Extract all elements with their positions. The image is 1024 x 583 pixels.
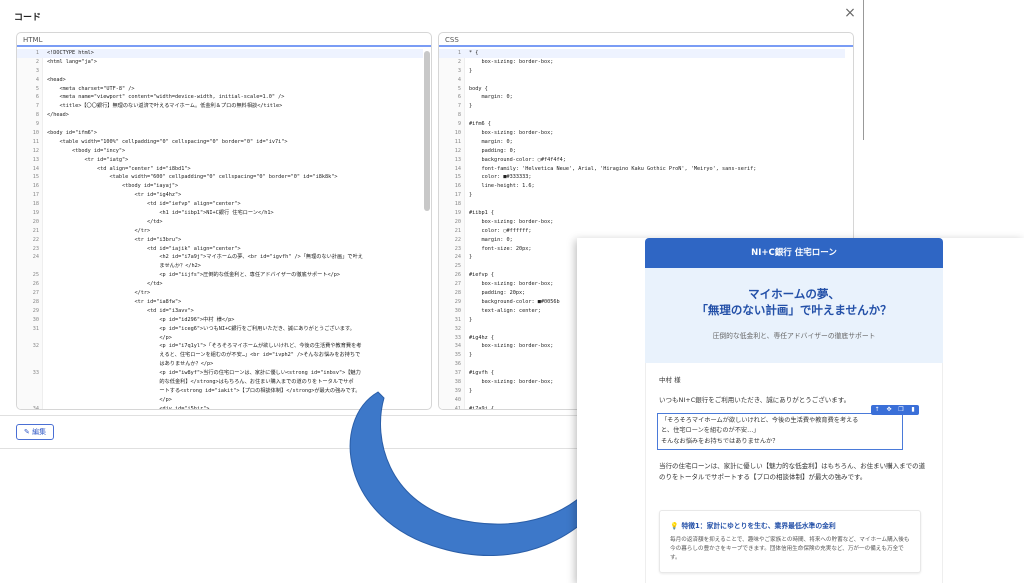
quote-line: そんなお悩みをお持ちではありませんか？ [661,438,779,445]
delete-icon[interactable]: ▮ [908,405,918,415]
hero-subtitle: 圧倒的な低金利と、専任アドバイザーの徹底サポート [712,332,876,340]
feature-card: 💡 特徴1：家計にゆとりを生む、業界最低水準の金利 毎月の返済額を抑えることで、趣… [659,510,921,573]
quote-line: 「そろそろマイホームが欲しいけれど、今後の生活費や教育費を考える [661,417,859,424]
hero-line-2: 「無理のない計画」で叶えませんか？ [696,303,892,317]
lightbulb-icon: 💡 [670,522,679,530]
hero-heading: マイホームの夢、 「無理のない計画」で叶えませんか？ [645,286,943,318]
screenshot-stage: コード × HTML 1 <!DOCTYPE html> 2 <html lang="… [0,0,1024,583]
move-icon[interactable]: ✥ [884,405,894,415]
preview-header: NI+C銀行 住宅ローン [645,238,943,268]
quote-line: と、住宅ローンを組むのが不安…」 [661,427,760,434]
copy-icon[interactable]: ❐ [896,405,906,415]
feature-description: 毎月の返済額を抑えることで、趣味やご家族との時間、将来への貯蓄など、マイホーム購… [670,537,910,561]
intro-text: 当行の住宅ローンは、家計に優しい【魅力的な低金利】はもちろん、お住まい購入までの… [659,462,926,481]
selected-paragraph[interactable]: ↑ ✥ ❐ ▮ 「そろそろマイホームが欲しいけれど、今後の生活費や教育費を考える… [657,405,919,450]
feature-title: 💡 特徴1：家計にゆとりを生む、業界最低水準の金利 [670,520,836,530]
thanks-text: いつもNI+C銀行をご利用いただき、誠にありがとうございます。 [659,396,851,404]
hero-line-1: マイホームの夢、 [748,287,840,301]
element-toolbar: ↑ ✥ ❐ ▮ [871,405,919,415]
greeting-text: 中村 様 [659,376,681,384]
arrow-up-icon[interactable]: ↑ [872,405,882,415]
hero-section: マイホームの夢、 「無理のない計画」で叶えませんか？ 圧倒的な低金利と、専任アド… [645,268,943,363]
preview-body: 中村 様 いつもNI+C銀行をご利用いただき、誠にありがとうございます。 ↑ ✥… [645,363,943,583]
feature-title-text: 特徴1：家計にゆとりを生む、業界最低水準の金利 [681,522,836,530]
email-preview: NI+C銀行 住宅ローン マイホームの夢、 「無理のない計画」で叶えませんか？ … [577,238,1024,583]
